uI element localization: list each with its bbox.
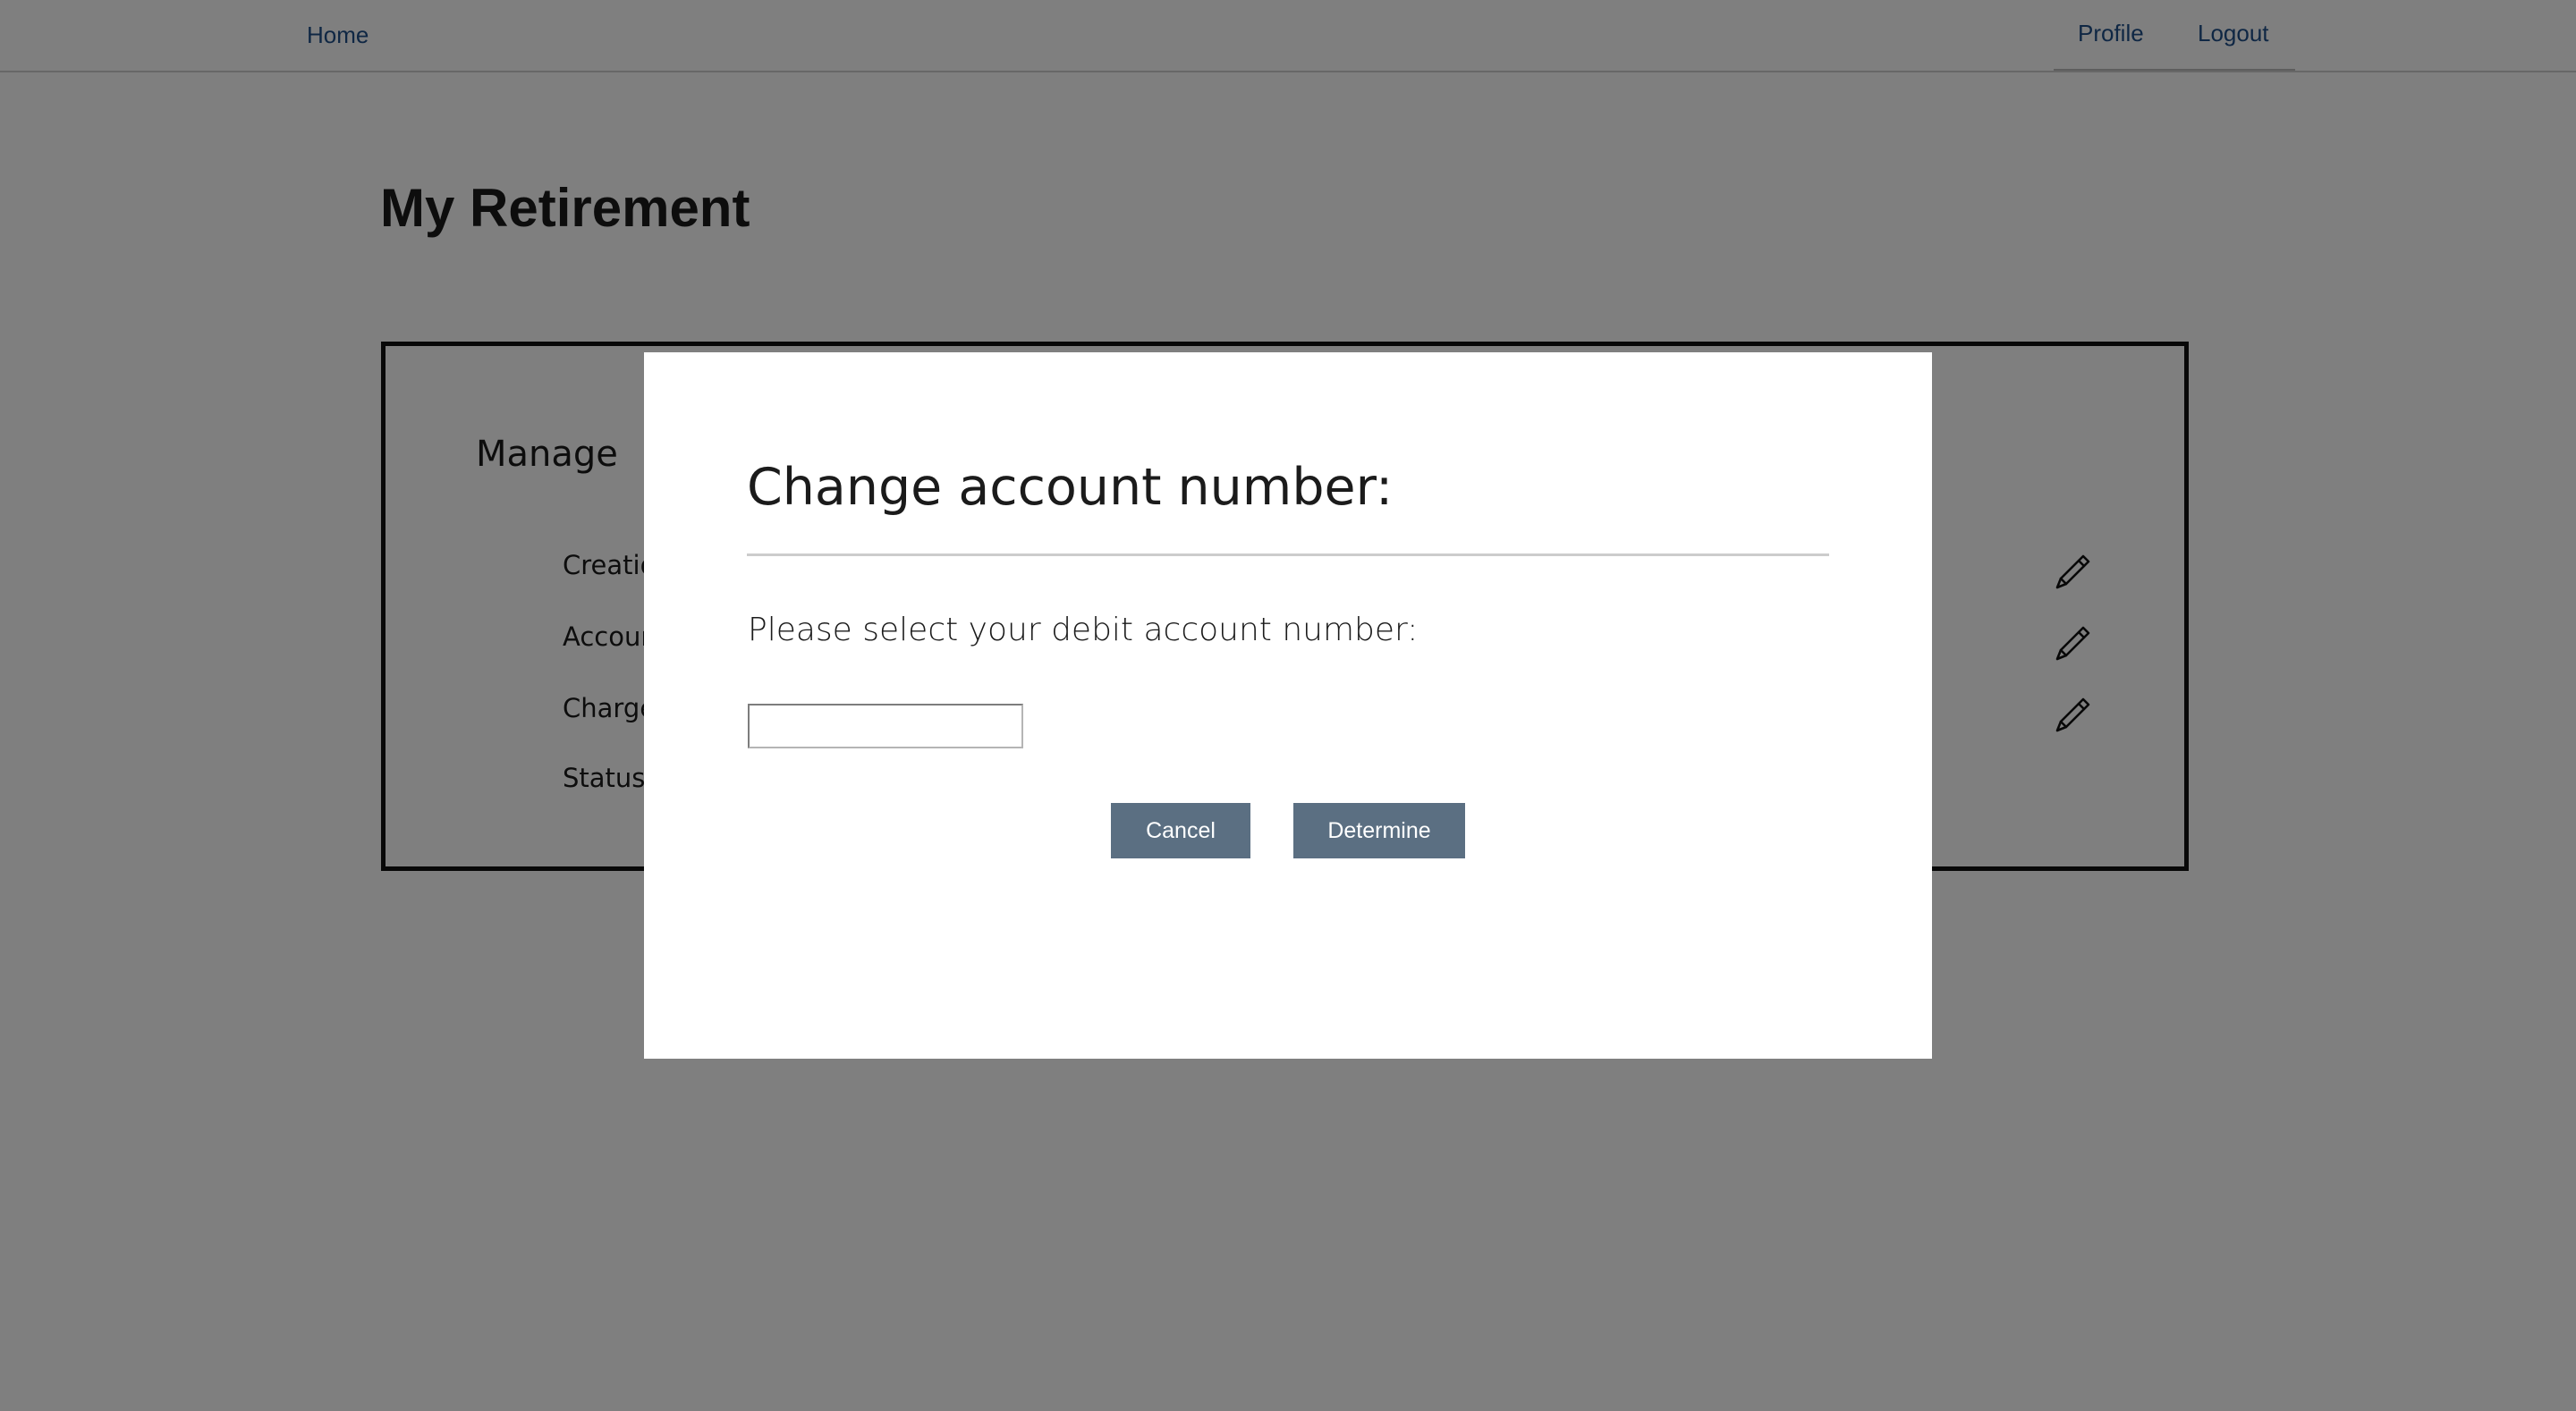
dialog-title: Change account number: (747, 458, 1394, 517)
dialog-divider (747, 553, 1829, 556)
debit-account-input[interactable] (748, 704, 1023, 748)
cancel-button[interactable]: Cancel (1111, 803, 1250, 858)
dialog-prompt: Please select your debit account number: (748, 612, 1419, 648)
determine-button[interactable]: Determine (1293, 803, 1465, 858)
change-account-dialog: Change account number: Please select you… (644, 352, 1932, 1059)
